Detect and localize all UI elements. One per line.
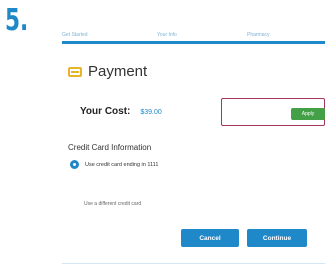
continue-button[interactable]: Continue: [247, 229, 307, 247]
cost-value: $39.00: [140, 109, 162, 116]
payment-title: Payment: [88, 63, 148, 80]
cancel-button[interactable]: Cancel: [181, 229, 239, 247]
cost-label: Your Cost:: [80, 106, 131, 117]
step-your-info[interactable]: Your Info: [157, 32, 177, 38]
cost-row: Your Cost: $39.00: [80, 106, 162, 117]
apply-button[interactable]: Apply: [291, 108, 325, 120]
different-card-link[interactable]: Use a different credit card: [84, 201, 141, 207]
step-pharmacy[interactable]: Pharmacy: [247, 32, 270, 38]
step-get-started[interactable]: Get Started: [62, 32, 88, 38]
stepper-progress-bar: [62, 41, 325, 44]
footer-divider: [62, 263, 325, 264]
saved-card-option[interactable]: Use credit card ending in 1111: [70, 160, 158, 169]
saved-card-label: Use credit card ending in 1111: [85, 161, 159, 168]
credit-card-icon: [68, 66, 82, 77]
payment-header: Payment: [68, 63, 147, 80]
credit-card-section-title: Credit Card Information: [68, 143, 152, 152]
progress-stepper: Get Started Your Info Pharmacy: [62, 30, 325, 44]
screenshot: 5. Get Started Your Info Pharmacy Paymen…: [0, 0, 325, 269]
step-number: 5.: [5, 3, 29, 38]
radio-selected-icon[interactable]: [70, 160, 79, 169]
